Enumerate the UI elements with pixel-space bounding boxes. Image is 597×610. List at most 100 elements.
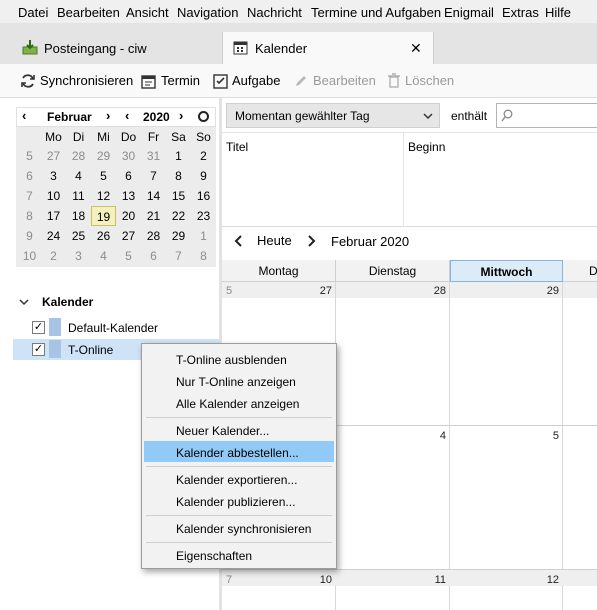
mini-day[interactable]: 20 <box>116 206 141 226</box>
tab-calendar[interactable]: Kalender ✕ <box>222 32 434 64</box>
mini-day[interactable]: 27 <box>116 226 141 246</box>
column-start[interactable]: Beginn <box>408 140 445 154</box>
tab-inbox[interactable]: Posteingang - ciw <box>12 34 222 64</box>
calendar-item-default[interactable]: ✓ Default-Kalender <box>13 317 219 339</box>
day-number[interactable]: 12 <box>527 574 559 586</box>
next-month-button[interactable]: › <box>106 108 110 123</box>
day-number[interactable]: 29 <box>527 285 559 297</box>
day-number[interactable]: 5 <box>527 430 559 442</box>
mini-day[interactable]: 1 <box>166 146 191 166</box>
mini-day[interactable]: 30 <box>116 146 141 166</box>
day-number[interactable]: 10 <box>300 574 332 586</box>
mini-day[interactable]: 15 <box>166 186 191 206</box>
menu-item-synchronize[interactable]: Kalender synchronisieren <box>176 522 311 536</box>
new-event-label: Termin <box>161 73 201 88</box>
inbox-icon <box>22 40 38 55</box>
mini-day[interactable]: 14 <box>141 186 166 206</box>
mini-day[interactable]: 27 <box>41 146 66 166</box>
mini-day[interactable]: 5 <box>116 246 141 266</box>
mini-day[interactable]: 25 <box>66 226 91 246</box>
mini-day[interactable]: 26 <box>91 226 116 246</box>
mini-day[interactable]: 29 <box>91 146 116 166</box>
menu-item-show-only[interactable]: Nur T-Online anzeigen <box>176 375 296 389</box>
mini-day[interactable]: 9 <box>191 166 216 186</box>
menu-item-hide-calendar[interactable]: T-Online ausblenden <box>176 353 287 367</box>
mini-day[interactable]: 1 <box>191 226 216 246</box>
mini-day[interactable]: 7 <box>141 166 166 186</box>
mini-day[interactable]: 28 <box>66 146 91 166</box>
menu-enigmail[interactable]: Enigmail <box>444 5 494 20</box>
menu-edit[interactable]: Bearbeiten <box>57 5 120 20</box>
mini-day[interactable]: 8 <box>191 246 216 266</box>
weekday-label: Mi <box>97 130 110 144</box>
mini-day[interactable]: 4 <box>91 246 116 266</box>
menu-item-properties[interactable]: Eigenschaften <box>176 549 252 563</box>
chevron-right-icon[interactable] <box>307 235 317 247</box>
mini-day-today[interactable]: 19 <box>91 206 116 226</box>
mini-day[interactable]: 12 <box>91 186 116 206</box>
calendar-list-header: Kalender <box>42 295 94 309</box>
mini-day[interactable]: 31 <box>141 146 166 166</box>
mini-day[interactable]: 5 <box>91 166 116 186</box>
mini-month-name[interactable]: Februar <box>47 110 92 124</box>
menu-view[interactable]: Ansicht <box>126 5 169 20</box>
close-icon[interactable]: ✕ <box>410 40 422 57</box>
next-year-button[interactable]: › <box>179 108 183 123</box>
mini-day[interactable]: 4 <box>66 166 91 186</box>
mini-day[interactable]: 24 <box>41 226 66 246</box>
day-number[interactable]: 28 <box>414 285 446 297</box>
menu-events-tasks[interactable]: Termine und Aufgaben <box>311 5 441 20</box>
edit-label: Bearbeiten <box>313 73 376 88</box>
mini-day[interactable]: 6 <box>116 166 141 186</box>
mini-day[interactable]: 2 <box>41 246 66 266</box>
prev-year-button[interactable]: ‹ <box>125 108 129 123</box>
mini-day[interactable]: 13 <box>116 186 141 206</box>
week-number: 7 <box>26 189 33 203</box>
mini-day[interactable]: 10 <box>41 186 66 206</box>
mini-day[interactable]: 7 <box>166 246 191 266</box>
menu-navigation[interactable]: Navigation <box>177 5 238 20</box>
menu-message[interactable]: Nachricht <box>247 5 302 20</box>
menu-item-show-all[interactable]: Alle Kalender anzeigen <box>176 397 299 411</box>
day-number[interactable]: 27 <box>300 285 332 297</box>
mini-day[interactable]: 18 <box>66 206 91 226</box>
mini-day[interactable]: 3 <box>41 166 66 186</box>
day-header-thursday: D <box>589 264 597 278</box>
mini-day[interactable]: 23 <box>191 206 216 226</box>
mini-day[interactable]: 2 <box>191 146 216 166</box>
calendar-default-checkbox[interactable]: ✓ <box>32 321 45 334</box>
new-task-icon <box>213 74 228 89</box>
menu-item-export[interactable]: Kalender exportieren... <box>176 473 297 487</box>
menu-item-unsubscribe[interactable]: Kalender abbestellen... <box>176 446 299 460</box>
mini-year[interactable]: 2020 <box>143 110 170 124</box>
today-circle-icon[interactable] <box>197 110 210 123</box>
chevron-left-icon[interactable] <box>233 235 243 247</box>
menu-file[interactable]: Datei <box>18 5 48 20</box>
day-number[interactable]: 11 <box>414 574 446 586</box>
search-input[interactable] <box>496 103 597 128</box>
day-number[interactable]: 4 <box>414 430 446 442</box>
prev-month-button[interactable]: ‹ <box>22 108 26 123</box>
mini-day[interactable]: 3 <box>66 246 91 266</box>
mini-day[interactable]: 6 <box>141 246 166 266</box>
menu-item-new-calendar[interactable]: Neuer Kalender... <box>176 424 269 438</box>
mini-day[interactable]: 29 <box>166 226 191 246</box>
calendar-tonline-checkbox[interactable]: ✓ <box>32 343 45 356</box>
mini-day[interactable]: 21 <box>141 206 166 226</box>
mini-day[interactable]: 28 <box>141 226 166 246</box>
menu-separator <box>146 417 332 418</box>
chevron-down-icon[interactable] <box>19 297 29 307</box>
mini-day[interactable]: 11 <box>66 186 91 206</box>
grid-divider <box>449 282 450 610</box>
mini-day[interactable]: 8 <box>166 166 191 186</box>
filter-select[interactable]: Momentan gewählter Tag <box>226 103 440 128</box>
today-button[interactable]: Heute <box>257 233 292 248</box>
column-title[interactable]: Titel <box>226 140 248 154</box>
mini-day[interactable]: 22 <box>166 206 191 226</box>
menu-item-publish[interactable]: Kalender publizieren... <box>176 495 295 509</box>
menu-extras[interactable]: Extras <box>502 5 539 20</box>
mini-day[interactable]: 17 <box>41 206 66 226</box>
menu-help[interactable]: Hilfe <box>545 5 571 20</box>
pencil-icon <box>296 76 306 86</box>
mini-day[interactable]: 16 <box>191 186 216 206</box>
